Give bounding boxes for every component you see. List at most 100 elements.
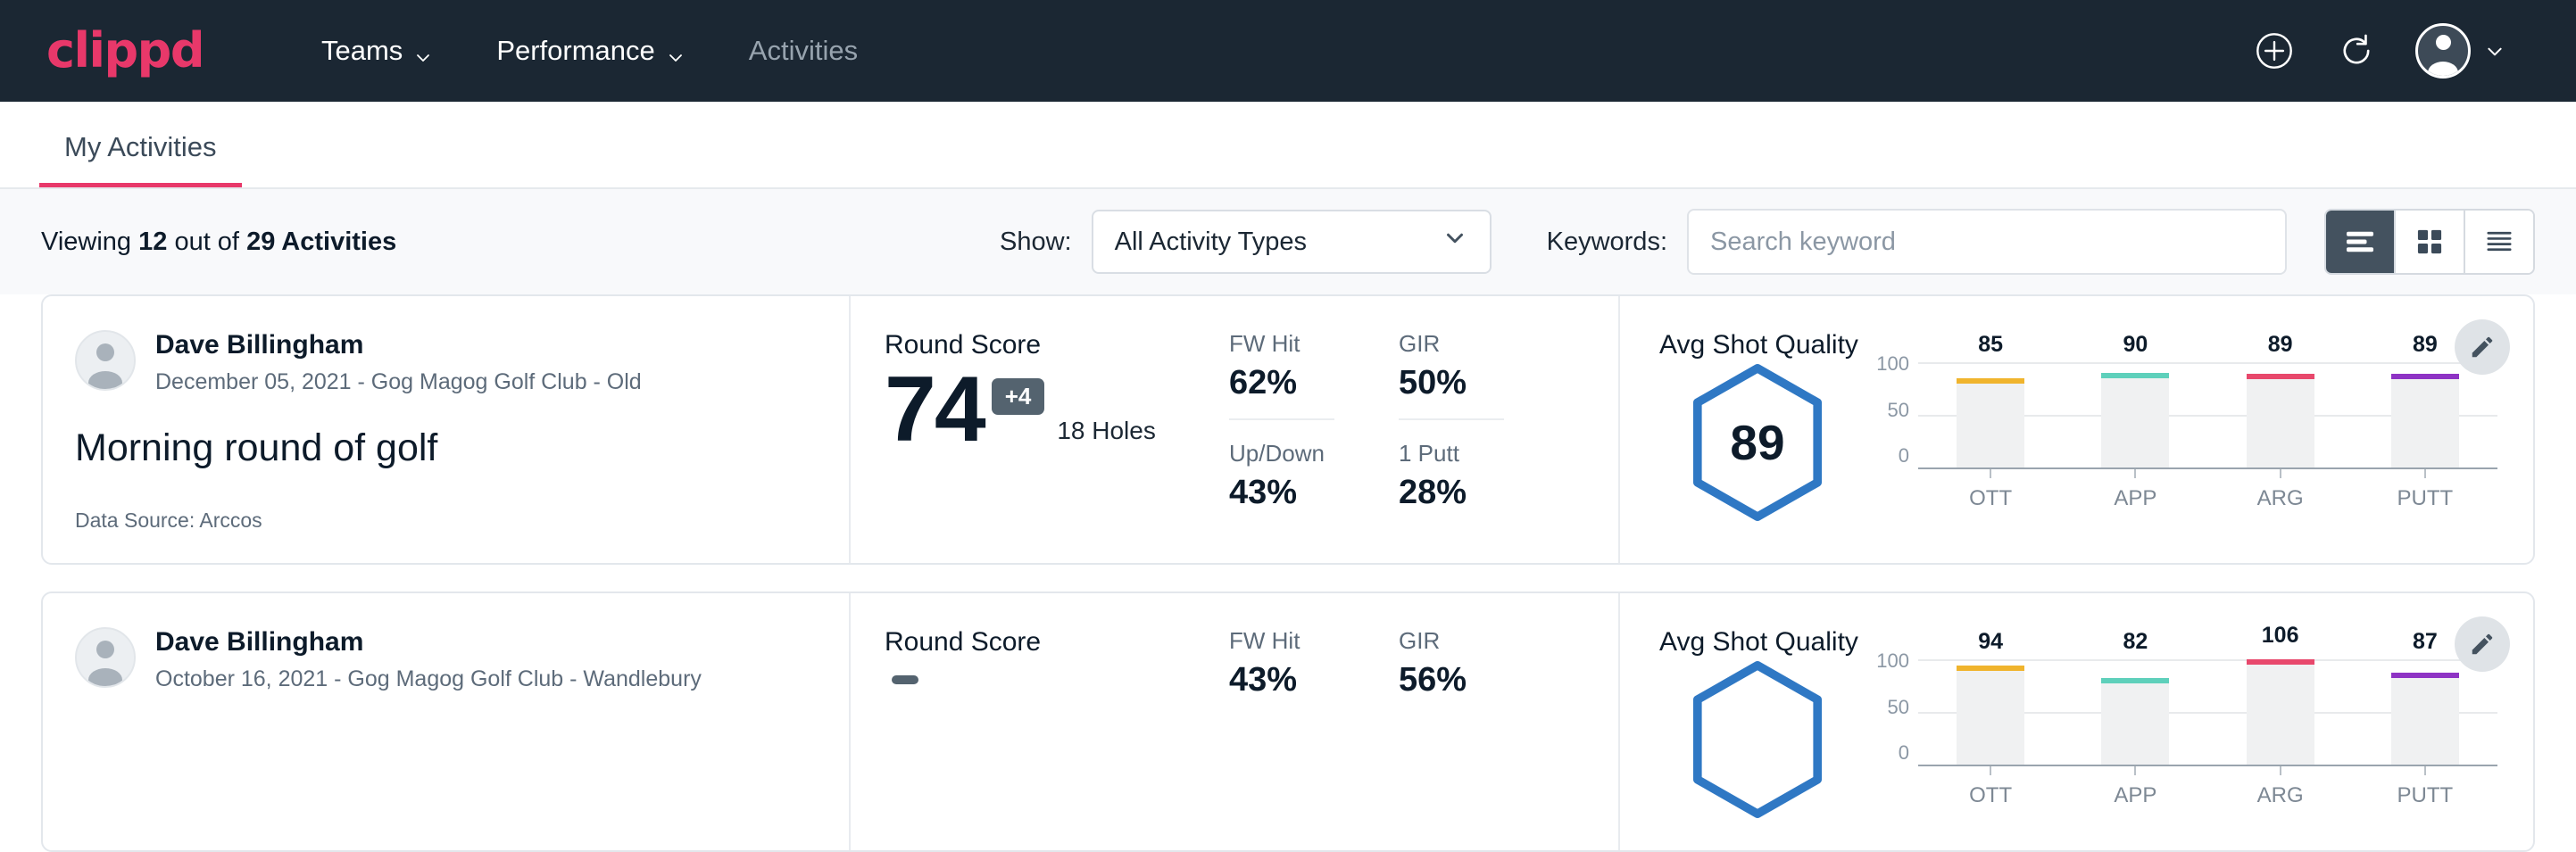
hexagon-icon	[1686, 659, 1829, 820]
viewing-total: 29 Activities	[246, 227, 396, 256]
avatar-body	[88, 668, 122, 688]
activity-type-select-value: All Activity Types	[1115, 227, 1307, 257]
x-tick: PUTT	[2391, 467, 2459, 511]
nav-item-teams-label: Teams	[321, 35, 403, 67]
round-score-section: Round Score FW Hit 43% GIR 56%	[851, 593, 1620, 850]
round-score-label: Round Score	[885, 330, 1220, 360]
x-tick: OTT	[1957, 765, 2024, 808]
bar	[2247, 374, 2314, 467]
bar-column: 90	[2101, 362, 2169, 467]
activity-title: Morning round of golf	[75, 426, 813, 472]
viewing-count: 12	[138, 227, 167, 256]
shot-quality-bar-chart: 100 50 0 948210687 OTTAPPARGPUTT	[1856, 659, 2497, 808]
compact-view-toggle[interactable]	[2465, 211, 2533, 273]
main-nav: Teams Performance Activities	[289, 26, 890, 76]
stat-up-down: Up/Down 43%	[1229, 418, 1334, 516]
bar-column: 82	[2101, 659, 2169, 765]
stats-grid-row2: Up/Down 43% 1 Putt 28%	[1229, 406, 1504, 516]
avatar	[75, 330, 136, 391]
avatar-head	[96, 343, 114, 361]
stat-value: 43%	[1229, 661, 1334, 699]
player-row: Dave Billingham December 05, 2021 - Gog …	[75, 330, 813, 395]
x-tick: ARG	[2247, 765, 2314, 808]
add-icon[interactable]	[2251, 28, 2298, 74]
stat-fw-hit: FW Hit 62%	[1229, 330, 1334, 406]
viewing-summary: Viewing 12 out of 29 Activities	[41, 227, 396, 257]
x-tick: APP	[2101, 765, 2169, 808]
stat-label: FW Hit	[1229, 330, 1334, 358]
keywords-label: Keywords:	[1547, 227, 1667, 257]
tab-my-activities[interactable]: My Activities	[39, 131, 242, 187]
bar	[1957, 378, 2024, 467]
activity-card[interactable]: Dave Billingham October 16, 2021 - Gog M…	[41, 591, 2535, 852]
pencil-icon	[2469, 631, 2496, 658]
tab-bar: My Activities	[0, 102, 2576, 189]
avg-shot-quality-hex-wrap	[1659, 659, 1856, 820]
app-logo[interactable]: clippd	[46, 27, 204, 75]
account-avatar[interactable]	[2415, 23, 2471, 79]
chevron-down-icon	[667, 42, 685, 60]
stat-value: 43%	[1229, 474, 1334, 512]
nav-item-activities[interactable]: Activities	[717, 26, 890, 76]
nav-item-teams[interactable]: Teams	[289, 26, 464, 76]
bar-column: 87	[2391, 659, 2459, 765]
y-tick-50: 50	[1888, 399, 1909, 422]
avatar	[75, 627, 136, 688]
avg-shot-quality-label: Avg Shot Quality	[1659, 330, 2497, 360]
chevron-down-icon	[414, 42, 432, 60]
stat-label: Up/Down	[1229, 440, 1334, 467]
viewing-middle: out of	[174, 227, 239, 256]
stat-one-putt: 1 Putt 28%	[1399, 418, 1504, 516]
score-to-par-badge	[892, 675, 918, 684]
shot-quality-bar-chart: 100 50 0 85908989 OTTAPPARGPUTT	[1856, 362, 2497, 511]
nav-actions	[2251, 23, 2530, 79]
top-navigation-bar: clippd Teams Performance Activities	[0, 0, 2576, 102]
avg-shot-quality-section: Avg Shot Quality 100 50	[1620, 593, 2533, 850]
bar	[2391, 673, 2459, 765]
activity-summary: Dave Billingham October 16, 2021 - Gog M…	[43, 593, 851, 850]
data-source: Data Source: Arccos	[75, 509, 813, 533]
bar	[2101, 678, 2169, 765]
edit-activity-button[interactable]	[2455, 616, 2510, 672]
bar-value-label: 82	[2123, 629, 2148, 655]
account-menu[interactable]	[2415, 23, 2503, 79]
bar-column: 106	[2247, 659, 2314, 765]
player-row: Dave Billingham October 16, 2021 - Gog M…	[75, 627, 813, 692]
chart-y-axis: 100 50 0	[1868, 352, 1918, 467]
refresh-icon[interactable]	[2333, 28, 2380, 74]
bar-value-label: 87	[2413, 629, 2438, 655]
filter-controls: Show: All Activity Types Keywords:	[1000, 209, 2535, 275]
activity-meta: October 16, 2021 - Gog Magog Golf Club -…	[155, 666, 702, 692]
x-tick: PUTT	[2391, 765, 2459, 808]
bar	[1957, 666, 2024, 765]
avatar-head	[96, 641, 114, 658]
nav-item-performance-label: Performance	[496, 35, 654, 67]
stat-value: 62%	[1229, 364, 1334, 402]
x-tick-label: PUTT	[2397, 783, 2454, 808]
chart-x-axis: OTTAPPARGPUTT	[1918, 467, 2497, 511]
filter-bar: Viewing 12 out of 29 Activities Show: Al…	[0, 189, 2576, 294]
chevron-down-icon	[1442, 225, 1468, 259]
activity-card[interactable]: Dave Billingham December 05, 2021 - Gog …	[41, 294, 2535, 565]
list-view-toggle[interactable]	[2326, 211, 2396, 273]
search-input[interactable]	[1687, 209, 2287, 275]
activity-meta: December 05, 2021 - Gog Magog Golf Club …	[155, 369, 642, 395]
show-label: Show:	[1000, 227, 1072, 257]
stat-value: 28%	[1399, 474, 1504, 512]
round-score-label: Round Score	[885, 627, 1220, 658]
grid-view-toggle[interactable]	[2396, 211, 2465, 273]
bar-value-label: 89	[2413, 332, 2438, 358]
bar	[2391, 374, 2459, 467]
bar-value-label: 85	[1978, 332, 2003, 358]
bar	[2247, 659, 2314, 765]
stat-label: FW Hit	[1229, 627, 1334, 655]
edit-activity-button[interactable]	[2455, 319, 2510, 375]
chevron-down-icon	[2485, 42, 2503, 60]
score-to-par-badge: +4	[992, 378, 1045, 415]
stat-label: GIR	[1399, 330, 1504, 358]
activity-type-select[interactable]: All Activity Types	[1092, 210, 1492, 274]
y-tick-50: 50	[1888, 696, 1909, 719]
y-tick-100: 100	[1876, 352, 1909, 376]
x-tick-label: ARG	[2257, 783, 2304, 808]
nav-item-performance[interactable]: Performance	[464, 26, 716, 76]
